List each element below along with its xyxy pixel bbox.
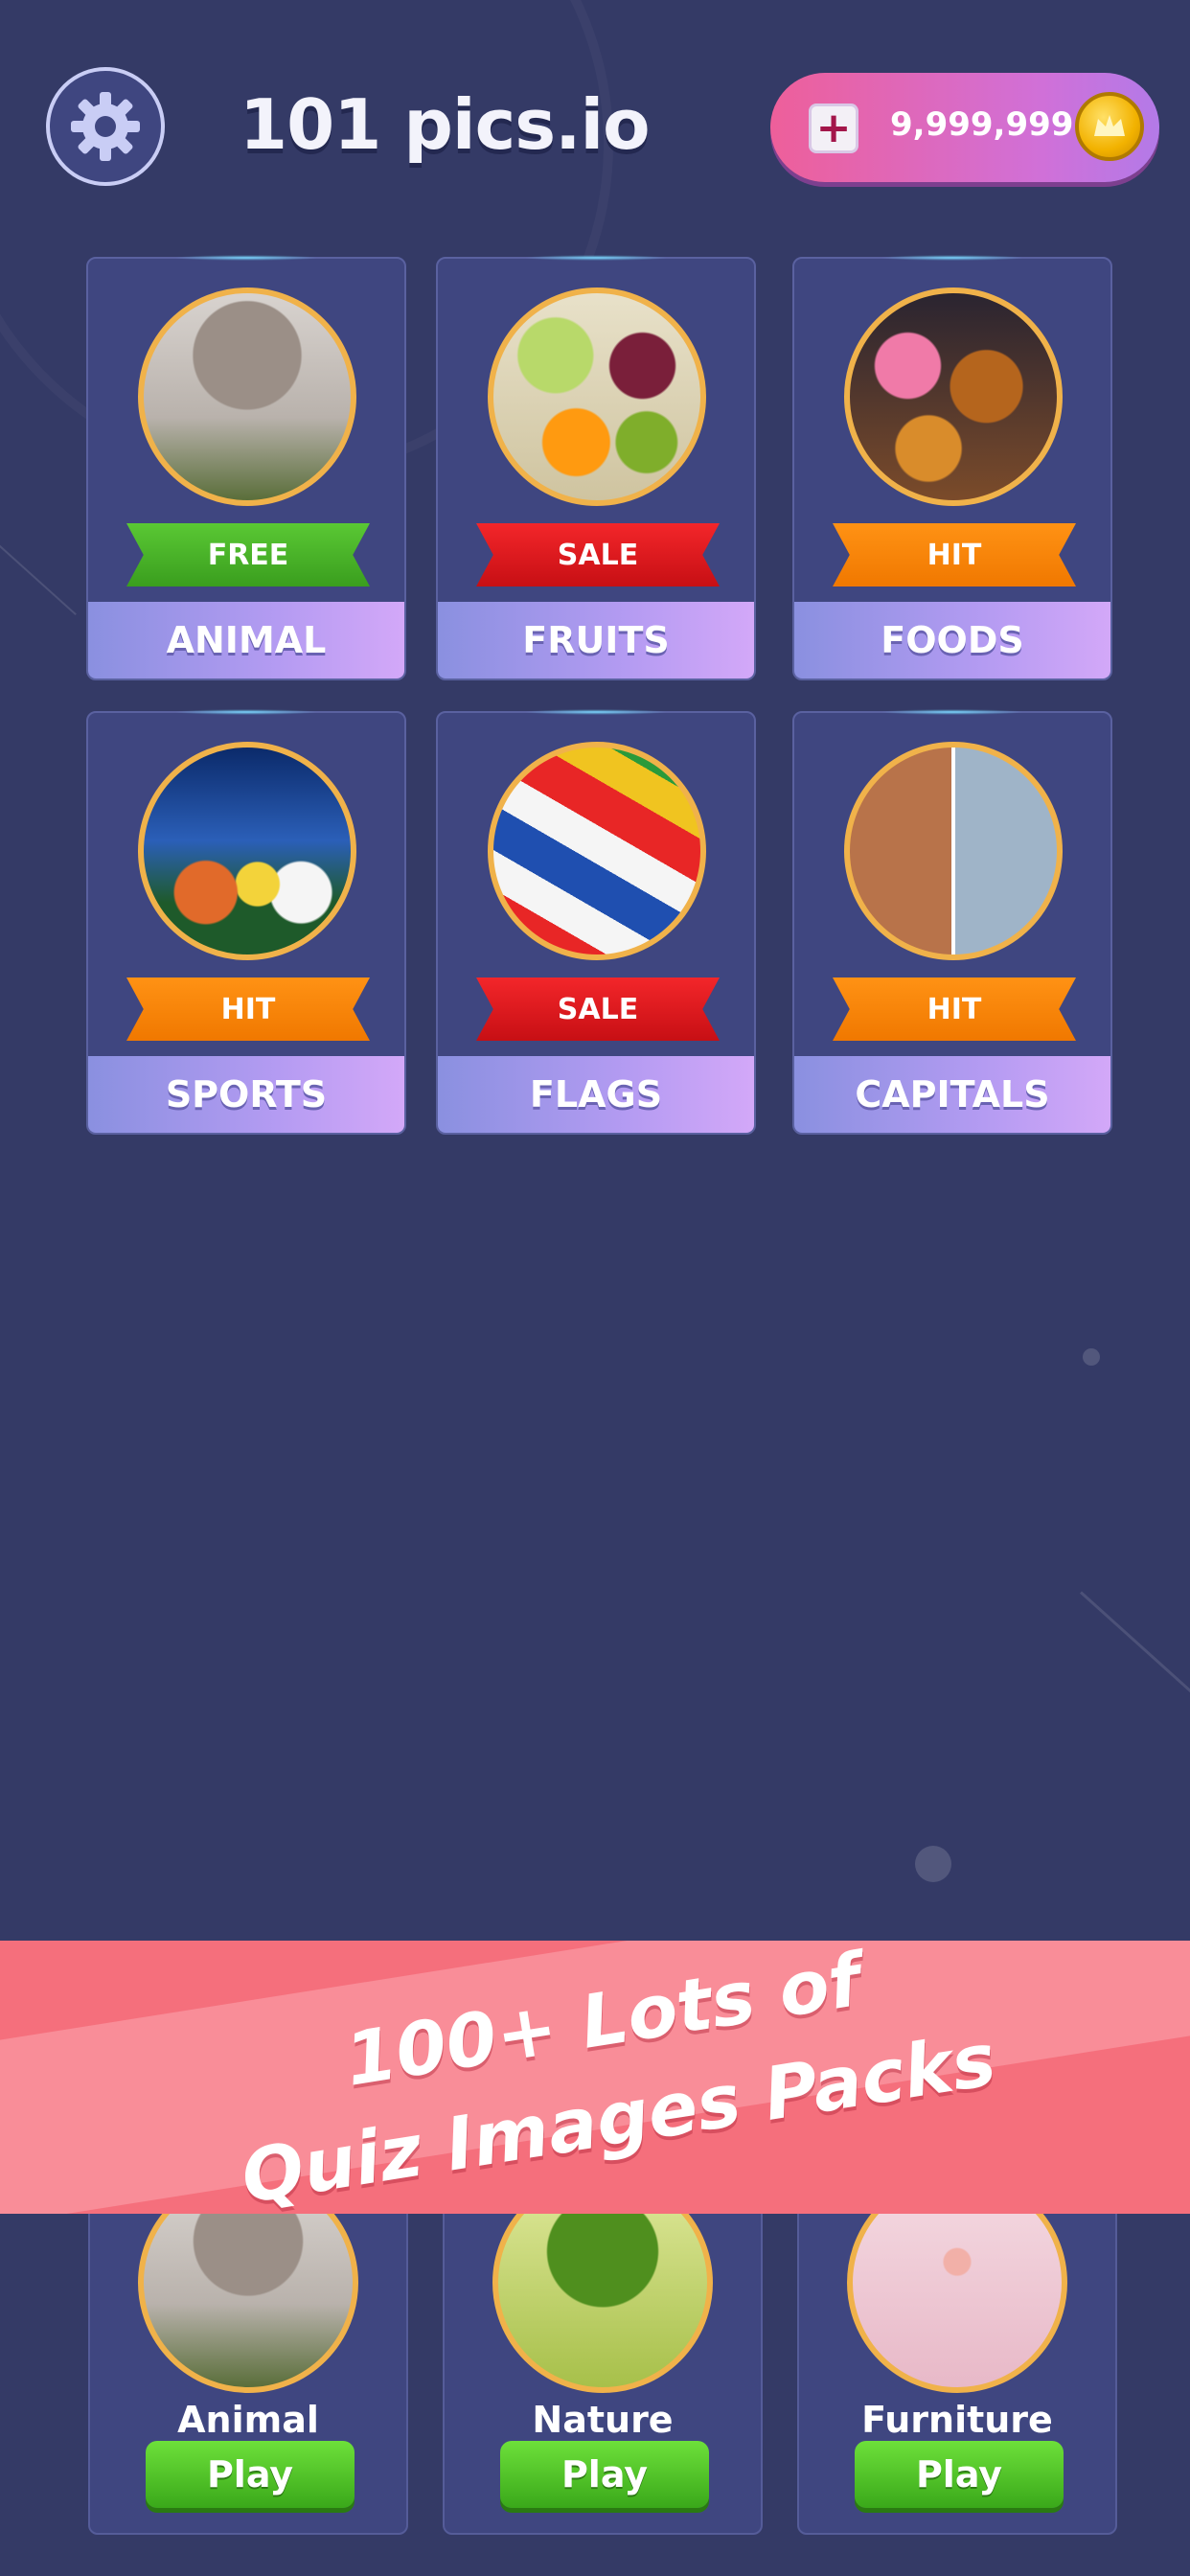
play-button[interactable]: Play bbox=[146, 2441, 355, 2508]
category-label: SPORTS bbox=[88, 1056, 404, 1133]
sale-badge: SALE bbox=[476, 978, 720, 1041]
coins-value: 9,999,999 bbox=[890, 105, 1074, 144]
sports-image bbox=[138, 742, 356, 960]
category-label: FRUITS bbox=[438, 602, 754, 678]
hit-badge: HIT bbox=[126, 978, 370, 1041]
pack-name: Nature bbox=[532, 2399, 674, 2441]
plus-icon[interactable]: + bbox=[809, 104, 858, 153]
flags-image bbox=[488, 742, 706, 960]
sale-badge: SALE bbox=[476, 523, 720, 586]
background-line bbox=[1079, 1591, 1190, 1696]
pack-name: Animal bbox=[177, 2399, 319, 2441]
category-label: FOODS bbox=[794, 602, 1110, 678]
hit-badge: HIT bbox=[833, 978, 1076, 1041]
category-card-capitals[interactable]: HIT CAPITALS bbox=[792, 709, 1112, 1135]
foods-image bbox=[844, 288, 1063, 506]
pack-card-furniture: Furniture Play bbox=[797, 2173, 1117, 2535]
promo-banner: 100+ Lots of Quiz Images Packs bbox=[0, 1941, 1190, 2214]
category-card-animal[interactable]: FREE ANIMAL bbox=[86, 255, 406, 680]
settings-button[interactable] bbox=[46, 67, 165, 186]
app-title: 101 pics.io bbox=[240, 84, 651, 165]
play-button[interactable]: Play bbox=[855, 2441, 1064, 2508]
fruits-image bbox=[488, 288, 706, 506]
pack-card-nature: Nature Play bbox=[443, 2173, 763, 2535]
category-card-sports[interactable]: HIT SPORTS bbox=[86, 709, 406, 1135]
promo-text: 100+ Lots of Quiz Images Packs bbox=[179, 1941, 1048, 2214]
category-card-foods[interactable]: HIT FOODS bbox=[792, 255, 1112, 680]
category-label: CAPITALS bbox=[794, 1056, 1110, 1133]
background-dot bbox=[1083, 1348, 1100, 1366]
coin-icon bbox=[1075, 92, 1144, 161]
play-button[interactable]: Play bbox=[500, 2441, 709, 2508]
category-label: FLAGS bbox=[438, 1056, 754, 1133]
hit-badge: HIT bbox=[833, 523, 1076, 586]
category-card-flags[interactable]: SALE FLAGS bbox=[436, 709, 756, 1135]
background-line bbox=[0, 537, 77, 616]
animal-image bbox=[138, 288, 356, 506]
pack-card-animal: Animal Play bbox=[88, 2173, 408, 2535]
coins-balance[interactable]: + 9,999,999 bbox=[770, 73, 1159, 182]
category-label: ANIMAL bbox=[88, 602, 404, 678]
gear-icon bbox=[71, 92, 140, 161]
free-badge: FREE bbox=[126, 523, 370, 586]
pack-name: Furniture bbox=[861, 2399, 1053, 2441]
background-dot bbox=[915, 1846, 951, 1882]
category-card-fruits[interactable]: SALE FRUITS bbox=[436, 255, 756, 680]
capitals-image bbox=[844, 742, 1063, 960]
